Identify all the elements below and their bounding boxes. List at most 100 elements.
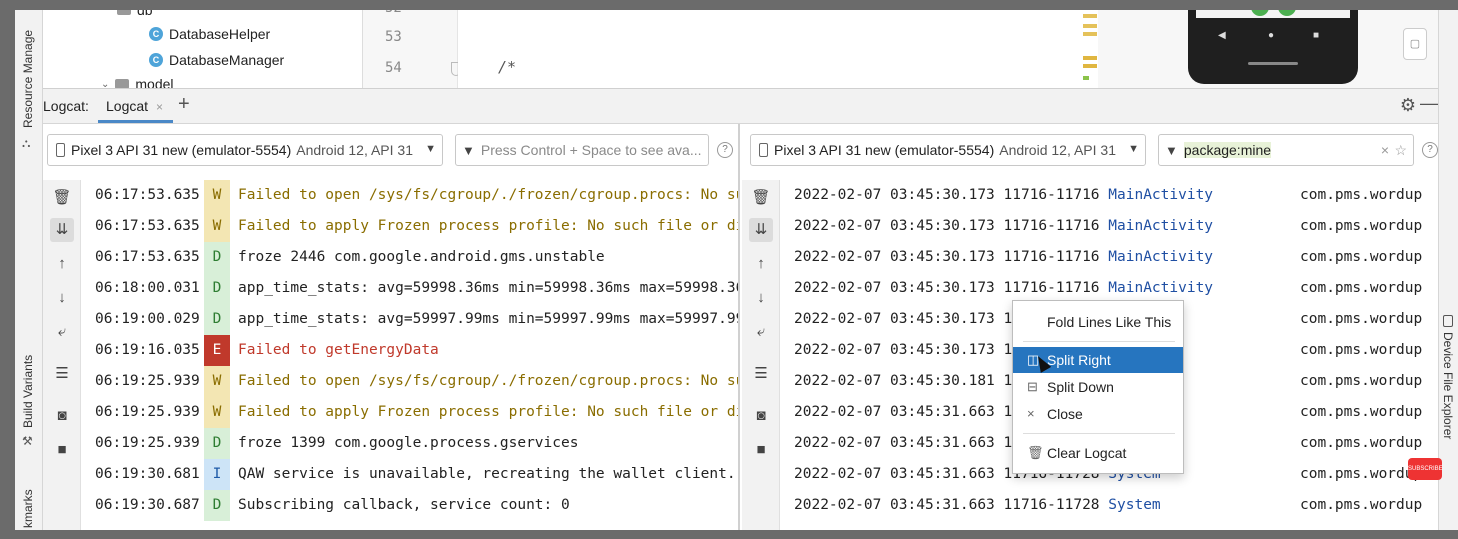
menu-separator [1023, 433, 1175, 434]
device-selector[interactable]: Pixel 3 API 31 new (emulator-5554) Andro… [750, 134, 1146, 166]
log-timestamp: 06:19:25.939 [95, 373, 200, 389]
warning-mark[interactable] [1083, 64, 1097, 68]
log-row[interactable]: 2022-02-07 03:45:30.173 11716-11716 Main… [780, 242, 1438, 273]
phone-app-icon [1251, 10, 1269, 16]
arrow-down-icon[interactable]: ↓ [50, 286, 74, 310]
soft-wrap-icon[interactable]: ⤶ [749, 320, 773, 344]
trash-icon[interactable]: 🗑 [749, 186, 773, 210]
bookmarks-tab[interactable]: kmarks [21, 489, 35, 528]
menu-item-label: Clear Logcat [1047, 445, 1127, 461]
log-row[interactable]: 06:19:16.035 E Failed to getEnergyData [81, 335, 738, 366]
filter-input[interactable]: ▼ package:mine × ☆ [1158, 134, 1414, 166]
change-mark[interactable] [1083, 76, 1089, 80]
folder-icon [115, 79, 130, 88]
log-package: com.pms.wordup [1300, 404, 1423, 420]
menu-item-close[interactable]: × Close [1013, 401, 1183, 427]
log-prefix: 2022-02-07 03:45:30.173 11716-11716 [794, 249, 1100, 265]
subscribe-badge: SUBSCRIBE [1408, 458, 1443, 480]
menu-item-fold-lines[interactable]: Fold Lines Like This [1013, 309, 1183, 335]
scroll-to-end-icon[interactable]: ⇊ [50, 218, 74, 242]
log-timestamp: 06:19:25.939 [95, 435, 200, 451]
tree-folder-label: model [135, 76, 174, 88]
log-row[interactable]: 06:19:00.029 Dapp_time_stats: avg=59997.9… [81, 304, 738, 335]
resource-manager-tab[interactable]: Resource Manage [21, 30, 35, 128]
arrow-up-icon[interactable]: ↑ [50, 252, 74, 276]
arrow-down-icon[interactable]: ↓ [749, 286, 773, 310]
trash-icon[interactable]: 🗑 [50, 186, 74, 210]
log-tag: System [1108, 497, 1161, 513]
log-level-badge: D [204, 428, 230, 459]
log-row[interactable]: 06:18:00.031 Dapp_time_stats: avg=59998.3… [81, 273, 738, 304]
log-level-badge: D [204, 273, 230, 304]
tree-item-database-manager[interactable]: C DatabaseManager [149, 52, 284, 68]
warning-mark[interactable] [1083, 14, 1097, 18]
camera-icon[interactable]: ◙ [50, 404, 74, 428]
filter-value: package:mine [1183, 142, 1272, 158]
log-package: com.pms.wordup [1300, 280, 1423, 296]
log-row[interactable]: 06:19:30.687 D Subscribing callback, servi… [81, 490, 738, 521]
warning-mark[interactable] [1083, 24, 1097, 28]
menu-item-split-down[interactable]: ⊟ Split Down [1013, 374, 1183, 400]
filter-input[interactable]: ▼ Press Control + Space to see ava... [455, 134, 709, 166]
warning-mark[interactable] [1083, 32, 1097, 36]
back-nav-icon[interactable]: ◀ [1218, 30, 1226, 41]
close-icon[interactable]: × [156, 100, 163, 114]
device-file-explorer-icon [1443, 315, 1453, 327]
tree-folder-label: db [137, 10, 153, 18]
log-timestamp: 06:17:53.635 [95, 187, 200, 203]
log-package: com.pms.wordup [1300, 249, 1423, 265]
log-level-badge: D [204, 490, 230, 521]
device-selector[interactable]: Pixel 3 API 31 new (emulator-5554) Andro… [47, 134, 443, 166]
log-package: com.pms.wordup [1300, 373, 1423, 389]
add-tab-button[interactable]: + [178, 93, 190, 116]
log-row[interactable]: 06:19:25.939 Dfroze 1399 com.google.proce… [81, 428, 738, 459]
log-row[interactable]: 2022-02-07 03:45:30.173 11716-11716 Main… [780, 211, 1438, 242]
help-icon[interactable]: ? [717, 142, 733, 158]
help-icon[interactable]: ? [1422, 142, 1438, 158]
tree-item-database-helper[interactable]: C DatabaseHelper [149, 26, 270, 42]
log-row[interactable]: 06:19:25.939 W Failed to apply Frozen proc… [81, 397, 738, 428]
code-line: /* [498, 58, 517, 76]
settings-sliders-icon[interactable]: ☰ [749, 362, 773, 386]
tree-folder-model[interactable]: ⌄ model [101, 76, 174, 88]
settings-sliders-icon[interactable]: ☰ [50, 362, 74, 386]
filter-icon: ▼ [462, 142, 475, 158]
minimize-icon[interactable]: — [1420, 93, 1438, 114]
tab-logcat[interactable]: Logcat × [98, 89, 173, 123]
device-file-explorer-tab[interactable]: Device File Explorer [1441, 332, 1455, 439]
log-message: QAW service is unavailable, recreating t… [238, 466, 736, 482]
build-variants-tab[interactable]: Build Variants [21, 355, 35, 428]
tree-folder-db[interactable]: db [117, 10, 153, 18]
menu-item-label: Split Right [1047, 352, 1111, 368]
screen-rotate-button[interactable]: ▢ [1403, 28, 1427, 60]
warning-mark[interactable] [1083, 56, 1097, 60]
line-number: 54 [385, 60, 402, 76]
code-editor[interactable]: /* [458, 10, 1098, 88]
arrow-up-icon[interactable]: ↑ [749, 252, 773, 276]
clear-icon[interactable]: × [1381, 142, 1389, 158]
log-row[interactable]: 06:17:53.635 Dfroze 2446 com.google.andro… [81, 242, 738, 273]
star-icon[interactable]: ☆ [1394, 142, 1407, 159]
log-row[interactable]: 06:17:53.635 W Failed to apply Frozen proc… [81, 211, 738, 242]
video-icon[interactable]: ■ [50, 438, 74, 462]
soft-wrap-icon[interactable]: ⤶ [50, 320, 74, 344]
log-row[interactable]: 2022-02-07 03:45:31.663 11716-11728 Syst… [780, 490, 1438, 521]
emulator-phone[interactable]: ◀ ● ■ [1188, 10, 1358, 84]
recents-nav-icon[interactable]: ■ [1313, 30, 1319, 41]
home-nav-icon[interactable]: ● [1268, 30, 1274, 41]
phone-app-icon [1278, 10, 1296, 16]
log-row[interactable]: 2022-02-07 03:45:30.173 11716-11716 Main… [780, 180, 1438, 211]
gear-icon[interactable]: ⚙ [1400, 95, 1416, 116]
log-row[interactable]: 06:19:25.939 W Failed to open /sys/fs/cgro… [81, 366, 738, 397]
log-package: com.pms.wordup [1300, 435, 1423, 451]
log-row[interactable]: 06:17:53.635 W Failed to open /sys/fs/cgro… [81, 180, 738, 211]
split-down-icon: ⊟ [1027, 379, 1038, 394]
scroll-to-end-icon[interactable]: ⇊ [749, 218, 773, 242]
menu-item-clear-logcat[interactable]: 🗑 Clear Logcat [1013, 440, 1183, 466]
log-level-badge: D [204, 304, 230, 335]
log-row[interactable]: 06:19:30.681 I QAW service is unavailable,… [81, 459, 738, 490]
log-prefix: 2022-02-07 03:45:31.663 117 [794, 404, 1030, 420]
video-icon[interactable]: ■ [749, 438, 773, 462]
camera-icon[interactable]: ◙ [749, 404, 773, 428]
log-prefix: 2022-02-07 03:45:30.173 117 [794, 342, 1030, 358]
